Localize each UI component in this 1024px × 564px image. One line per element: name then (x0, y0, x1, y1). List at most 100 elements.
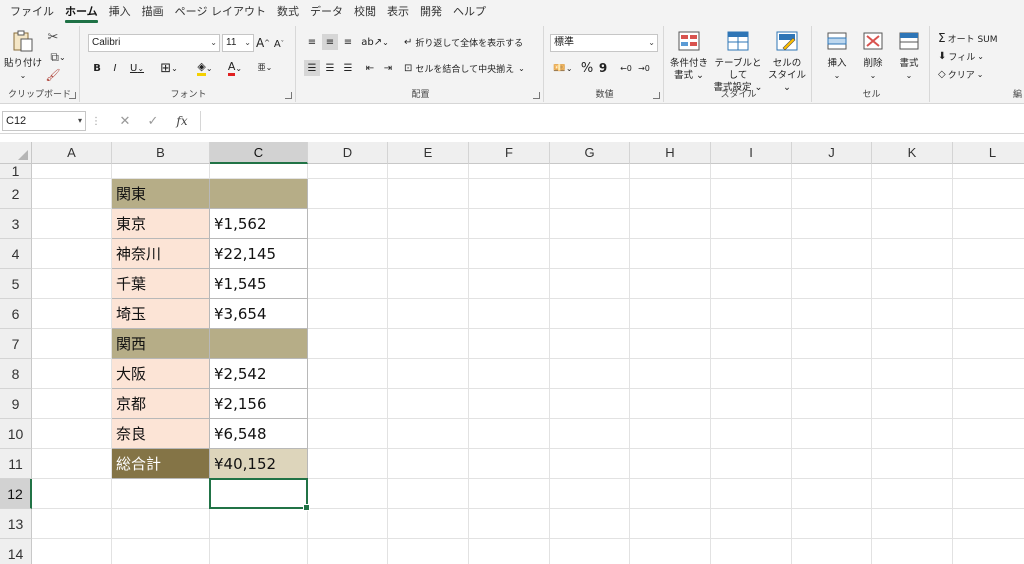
cell-value[interactable]: ¥22,145 (210, 239, 308, 269)
row-header[interactable]: 14 (0, 539, 32, 564)
cell-label[interactable]: 神奈川 (112, 239, 210, 269)
align-left-button[interactable]: ☰ (304, 60, 320, 76)
cell-styles-button[interactable]: セルの スタイル ⌄ (766, 30, 808, 94)
increase-decimal-button[interactable]: ←0 (618, 60, 634, 76)
menu-tab[interactable]: 校閲 (354, 0, 387, 24)
increase-indent-button[interactable]: ⇥ (380, 60, 396, 76)
align-top-button[interactable]: ≡ (304, 34, 320, 50)
cell-label[interactable]: 関西 (112, 329, 210, 359)
menu-tab[interactable]: ホーム (65, 0, 109, 24)
column-header[interactable]: K (872, 142, 953, 164)
column-header[interactable]: G (550, 142, 630, 164)
column-header[interactable]: D (308, 142, 388, 164)
decrease-indent-button[interactable]: ⇤ (362, 60, 378, 76)
row-header[interactable]: 4 (0, 239, 32, 269)
cancel-entry-button[interactable]: ✕ (116, 113, 134, 129)
cell-label[interactable]: 東京 (112, 209, 210, 239)
cell-value[interactable]: ¥1,545 (210, 269, 308, 299)
confirm-entry-button[interactable]: ✓ (144, 113, 162, 129)
cell-label[interactable]: 関東 (112, 179, 210, 209)
number-launcher-icon[interactable] (653, 92, 660, 99)
column-header[interactable]: H (630, 142, 711, 164)
cell-label[interactable]: 埼玉 (112, 299, 210, 329)
column-header[interactable]: A (32, 142, 112, 164)
column-header[interactable]: I (711, 142, 792, 164)
font-size-select[interactable]: 11 ⌄ (222, 34, 254, 52)
insert-function-button[interactable]: fx (172, 113, 192, 129)
column-header[interactable]: F (469, 142, 550, 164)
font-color-button[interactable]: A ⌄ (222, 60, 248, 76)
borders-button[interactable]: ⊞ ⌄ (156, 60, 182, 76)
menu-tab[interactable]: 描画 (142, 0, 175, 24)
formula-input[interactable] (200, 111, 1022, 131)
autosum-button[interactable]: Σ オート SUM (938, 30, 1024, 46)
menu-tab[interactable]: 表示 (387, 0, 420, 24)
column-header[interactable]: J (792, 142, 872, 164)
row-header[interactable]: 11 (0, 449, 32, 479)
row-header[interactable]: 6 (0, 299, 32, 329)
column-header[interactable]: B (112, 142, 210, 164)
format-painter-button[interactable]: 🖌 (45, 68, 60, 82)
cell-label[interactable]: 千葉 (112, 269, 210, 299)
fill-color-button[interactable]: ◈ ⌄ (192, 60, 218, 76)
row-header[interactable]: 3 (0, 209, 32, 239)
align-center-button[interactable]: ☰ (322, 60, 338, 76)
row-header[interactable]: 9 (0, 389, 32, 419)
cell-value[interactable] (210, 179, 308, 209)
row-header[interactable]: 2 (0, 179, 32, 209)
copy-button[interactable]: ⧉ ⌄ (46, 50, 70, 64)
row-header[interactable]: 13 (0, 509, 32, 539)
conditional-format-button[interactable]: 条件付き 書式 ⌄ (668, 30, 710, 82)
format-as-table-button[interactable]: テーブルとして 書式設定 ⌄ (710, 30, 766, 94)
column-header[interactable]: E (388, 142, 469, 164)
shrink-font-button[interactable]: Aˇ (272, 37, 286, 51)
cell-label[interactable]: 奈良 (112, 419, 210, 449)
orientation-button[interactable]: ab↗ ⌄ (361, 34, 389, 50)
cell-label[interactable]: 大阪 (112, 359, 210, 389)
insert-cells-button[interactable]: 挿入 ⌄ (820, 30, 854, 82)
cell-label[interactable]: 京都 (112, 389, 210, 419)
clipboard-launcher-icon[interactable] (69, 92, 76, 99)
italic-button[interactable]: I (108, 60, 122, 76)
row-header[interactable]: 7 (0, 329, 32, 359)
grow-font-button[interactable]: A ^ (256, 35, 270, 51)
row-header[interactable]: 1 (0, 164, 32, 179)
number-format-select[interactable]: 標準 ⌄ (550, 34, 658, 52)
cell-value[interactable]: ¥3,654 (210, 299, 308, 329)
phonetic-button[interactable]: 亜 ⌄ (254, 58, 276, 76)
menu-tab[interactable]: ヘルプ (453, 0, 497, 24)
align-right-button[interactable]: ☰ (340, 60, 356, 76)
wrap-text-button[interactable]: ↵ 折り返して全体を表示する (404, 34, 530, 50)
font-name-select[interactable]: Calibri ⌄ (88, 34, 220, 52)
cell-value[interactable]: ¥40,152 (210, 449, 308, 479)
row-header[interactable]: 8 (0, 359, 32, 389)
row-header[interactable]: 10 (0, 419, 32, 449)
format-cells-button[interactable]: 書式 ⌄ (892, 30, 926, 82)
bold-button[interactable]: B (90, 60, 104, 76)
percent-button[interactable]: % (580, 60, 594, 76)
comma-button[interactable]: 9 (596, 60, 610, 76)
menu-tab[interactable]: 開発 (420, 0, 453, 24)
column-header[interactable]: L (953, 142, 1024, 164)
cut-button[interactable]: ✂ (46, 30, 60, 45)
menu-tab[interactable]: ページ レイアウト (175, 0, 277, 24)
menu-tab[interactable]: データ (310, 0, 354, 24)
clear-button[interactable]: ◇ クリア ⌄ (938, 66, 1018, 82)
delete-cells-button[interactable]: 削除 ⌄ (856, 30, 890, 82)
cell-value[interactable]: ¥2,542 (210, 359, 308, 389)
alignment-launcher-icon[interactable] (533, 92, 540, 99)
cell-value[interactable] (210, 329, 308, 359)
cell-value[interactable]: ¥2,156 (210, 389, 308, 419)
underline-button[interactable]: U ⌄ (126, 60, 148, 76)
row-header[interactable]: 12 (0, 479, 32, 509)
name-box[interactable]: C12 ▾ (2, 111, 86, 131)
decrease-decimal-button[interactable]: →0 (636, 60, 652, 76)
row-header[interactable]: 5 (0, 269, 32, 299)
cell-value[interactable]: ¥6,548 (210, 419, 308, 449)
merge-center-button[interactable]: ⊡ セルを結合して中央揃え ⌄ (404, 60, 536, 76)
active-cell-selection[interactable] (209, 478, 310, 511)
cell-label[interactable]: 総合計 (112, 449, 210, 479)
menu-tab[interactable]: 挿入 (109, 0, 142, 24)
align-bottom-button[interactable]: ≡ (340, 34, 356, 50)
fill-button[interactable]: ⬇ フィル ⌄ (938, 48, 1018, 64)
